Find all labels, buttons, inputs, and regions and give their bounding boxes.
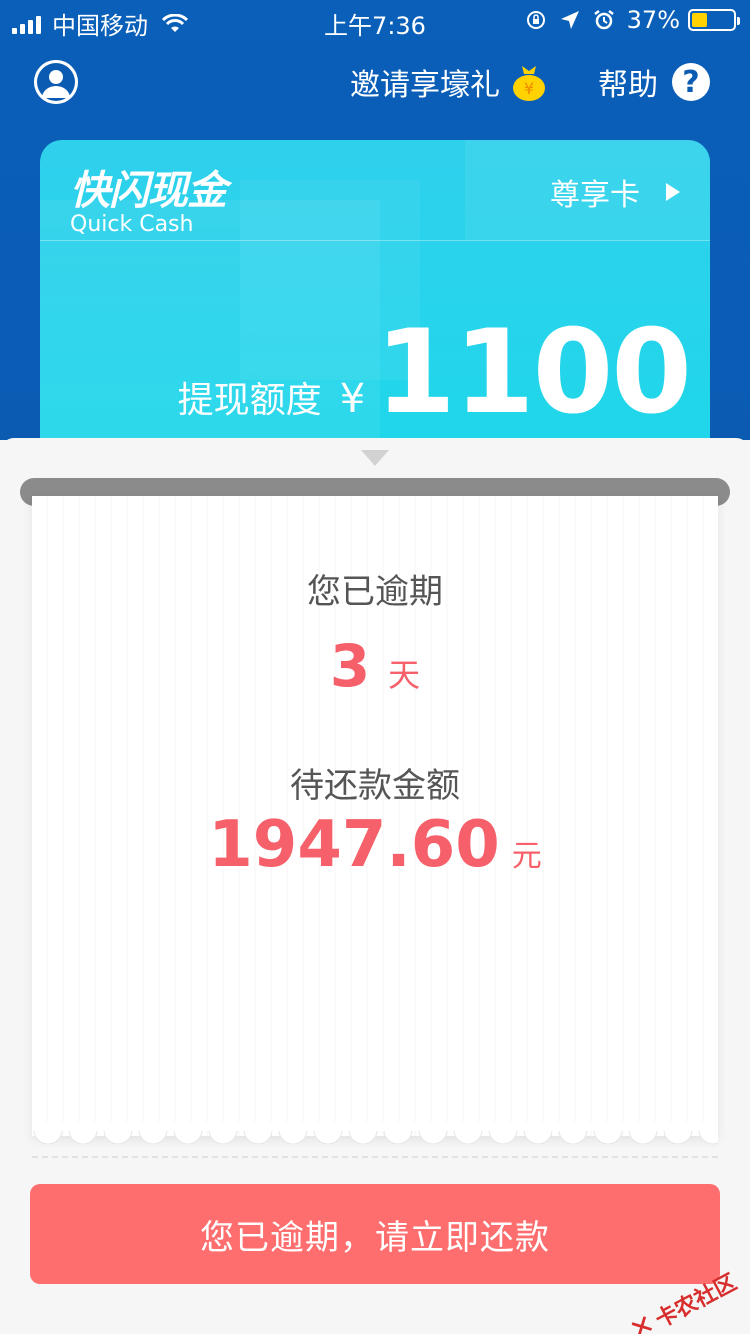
alarm-icon (593, 10, 614, 30)
receipt-scalloped-edge (32, 1122, 718, 1145)
dashed-divider (32, 1156, 718, 1158)
card-divider (40, 240, 710, 241)
vip-card-label: 尊享卡 (550, 178, 640, 213)
overdue-days: 3天 (0, 632, 750, 700)
battery-fill (692, 13, 707, 27)
amount-due-label: 待还款金额 (290, 766, 460, 806)
quick-cash-card: 快闪现金 Quick Cash 尊享卡 提现额度 ¥ 1100 (40, 140, 710, 460)
money-bag-icon: ¥ (513, 66, 545, 101)
currency-symbol: ¥ (339, 376, 366, 422)
invite-label: 邀请享壕礼 (350, 68, 500, 103)
status-right: 37% (525, 6, 740, 34)
invite-button[interactable]: 邀请享壕礼 ¥ (350, 60, 548, 104)
rotation-lock-icon (526, 11, 545, 29)
overdue-days-value: 3 (329, 632, 371, 700)
brand-logo: 快闪现金 Quick Cash (70, 158, 227, 237)
withdraw-limit: 提现额度 ¥ 1100 (177, 305, 692, 440)
amount-due-value: 1947.60 (208, 808, 500, 882)
battery-percent: 37% (626, 6, 680, 34)
user-icon (34, 60, 78, 104)
help-label: 帮助 (598, 68, 658, 103)
location-icon (560, 11, 579, 29)
help-icon: ? (672, 63, 710, 101)
battery-icon (688, 9, 740, 31)
pull-arrow-icon (361, 450, 389, 466)
status-bar: 中国移动 上午7:36 37% (0, 0, 750, 40)
amount-due-unit: 元 (511, 839, 542, 874)
overdue-days-unit: 天 (388, 656, 421, 694)
bill-panel: 您已逾期 3天 待还款金额 1947.60 元 您已逾期，请立即还款 (0, 438, 750, 1334)
user-avatar-button[interactable] (34, 60, 78, 104)
play-arrow-icon (666, 183, 680, 201)
svg-text:¥: ¥ (524, 79, 534, 98)
vip-card-link[interactable]: 尊享卡 (550, 170, 680, 214)
help-button[interactable]: 帮助 ? (598, 60, 710, 104)
repay-now-button[interactable]: 您已逾期，请立即还款 (30, 1184, 720, 1284)
limit-value: 1100 (375, 305, 692, 440)
brand-name-cn: 快闪现金 (70, 168, 227, 214)
overdue-label: 您已逾期 (307, 572, 443, 612)
limit-label: 提现额度 (177, 380, 322, 421)
amount-due: 1947.60 元 (0, 808, 750, 882)
